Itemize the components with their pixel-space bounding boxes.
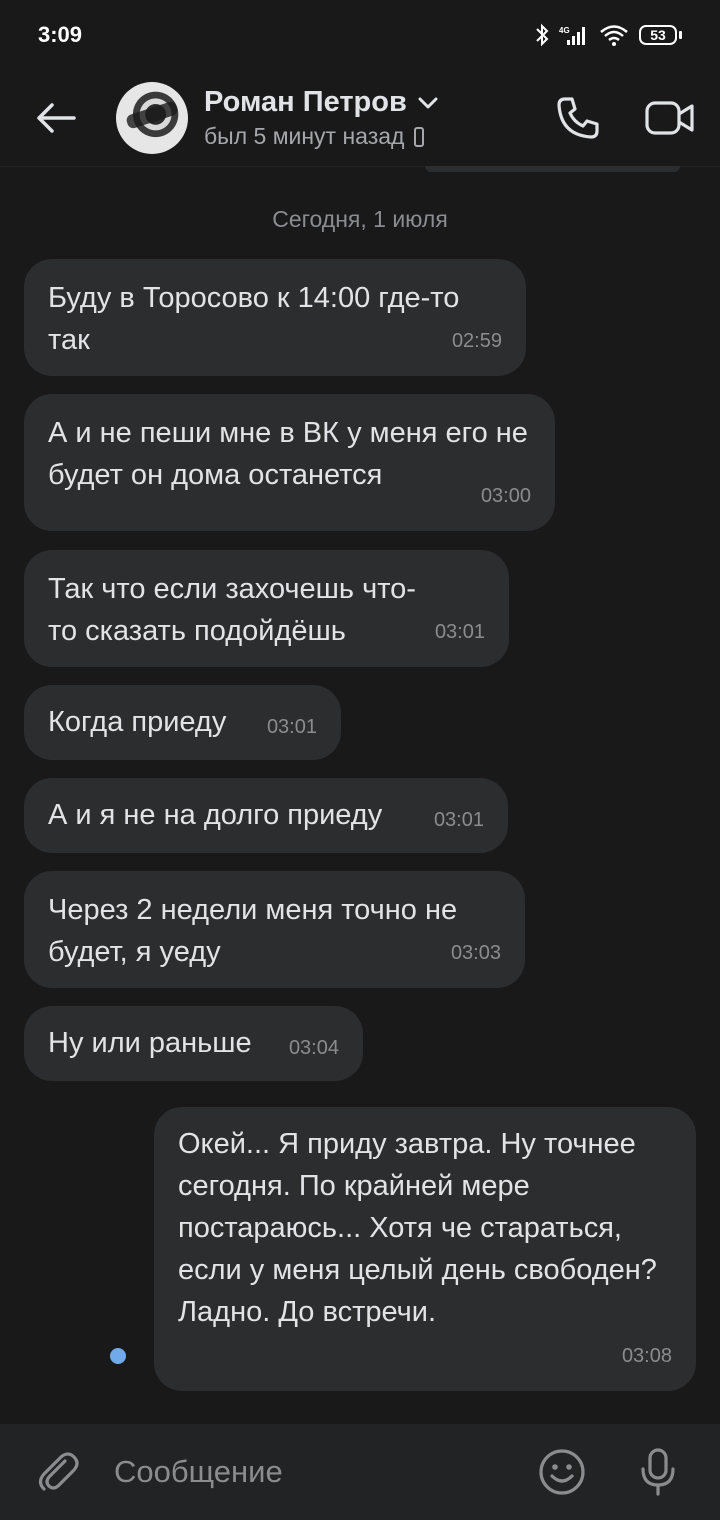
message-text: А и не пеши мне в ВК у меня его не будет… <box>48 417 536 491</box>
unread-indicator <box>110 1348 126 1364</box>
message-text: Так что если захочешь что-то сказать под… <box>48 573 416 647</box>
last-seen: был 5 минут назад <box>204 123 405 149</box>
video-camera-icon <box>645 101 694 135</box>
message-time: 03:04 <box>288 1037 339 1059</box>
contact-info[interactable]: Роман Петров был 5 минут назад <box>204 86 439 150</box>
message-time: 03:03 <box>450 942 501 964</box>
battery-level: 53 <box>639 25 677 45</box>
phone-icon <box>557 97 599 139</box>
smiley-icon <box>539 1449 585 1495</box>
message-time: 02:59 <box>451 330 502 352</box>
message-time: 03:08 <box>621 1345 672 1367</box>
message-time: 03:01 <box>433 809 484 831</box>
message-input[interactable]: Сообщение <box>114 1454 534 1490</box>
video-call-button[interactable] <box>642 90 698 146</box>
emoji-button[interactable] <box>534 1444 590 1500</box>
message-text: Через 2 недели меня точно не будет, я уе… <box>48 894 466 968</box>
chevron-down-icon <box>418 97 438 108</box>
battery-tip <box>679 31 682 39</box>
chat-header: Роман Петров был 5 минут назад <box>0 70 720 167</box>
message-composer: Сообщение <box>0 1424 720 1520</box>
microphone-icon <box>641 1448 675 1496</box>
svg-text:4G: 4G <box>559 26 570 35</box>
status-icons: 4G 53 <box>535 23 682 47</box>
date-separator: Сегодня, 1 июля <box>272 206 448 232</box>
message-time: 03:00 <box>480 485 531 507</box>
message-time: 03:01 <box>266 716 317 738</box>
bluetooth-icon <box>536 23 549 47</box>
message-time: 03:01 <box>434 621 485 643</box>
wifi-icon <box>600 25 628 46</box>
message-bubble[interactable]: А и не пеши мне в ВК у меня его не будет… <box>24 394 555 531</box>
outgoing-message-bubble[interactable]: Окей... Я приду завтра. Ну точнее сегодн… <box>154 1107 696 1391</box>
back-button[interactable] <box>26 88 86 148</box>
arrow-left-icon <box>37 103 76 133</box>
avatar[interactable] <box>116 82 188 154</box>
message-bubble[interactable]: Буду в Торосово к 14:00 где-то так 02:59 <box>24 259 526 376</box>
message-bubble[interactable]: Так что если захочешь что-то сказать под… <box>24 550 509 667</box>
message-bubble[interactable]: Ну или раньше 03:04 <box>24 1006 363 1081</box>
call-button[interactable] <box>550 90 606 146</box>
signal-icon: 4G <box>559 26 585 45</box>
voice-message-button[interactable] <box>630 1444 686 1500</box>
message-text: Окей... Я приду завтра. Ну точнее сегодн… <box>178 1128 657 1328</box>
message-bubble[interactable]: Когда приеду 03:01 <box>24 685 341 760</box>
attach-button[interactable] <box>34 1448 82 1496</box>
status-time: 3:09 <box>38 22 83 47</box>
mobile-device-icon <box>414 126 425 147</box>
battery-indicator: 53 <box>639 25 682 45</box>
message-text: Буду в Торосово к 14:00 где-то так <box>48 282 468 356</box>
paperclip-icon <box>38 1452 79 1491</box>
message-text: А и я не на долго приеду <box>48 799 383 831</box>
pinned-strip <box>425 166 680 172</box>
message-bubble[interactable]: А и я не на долго приеду 03:01 <box>24 778 508 853</box>
message-bubble[interactable]: Через 2 недели меня точно не будет, я уе… <box>24 871 525 988</box>
status-bar: 3:09 4G 53 <box>0 0 720 70</box>
contact-name: Роман Петров <box>204 86 407 118</box>
